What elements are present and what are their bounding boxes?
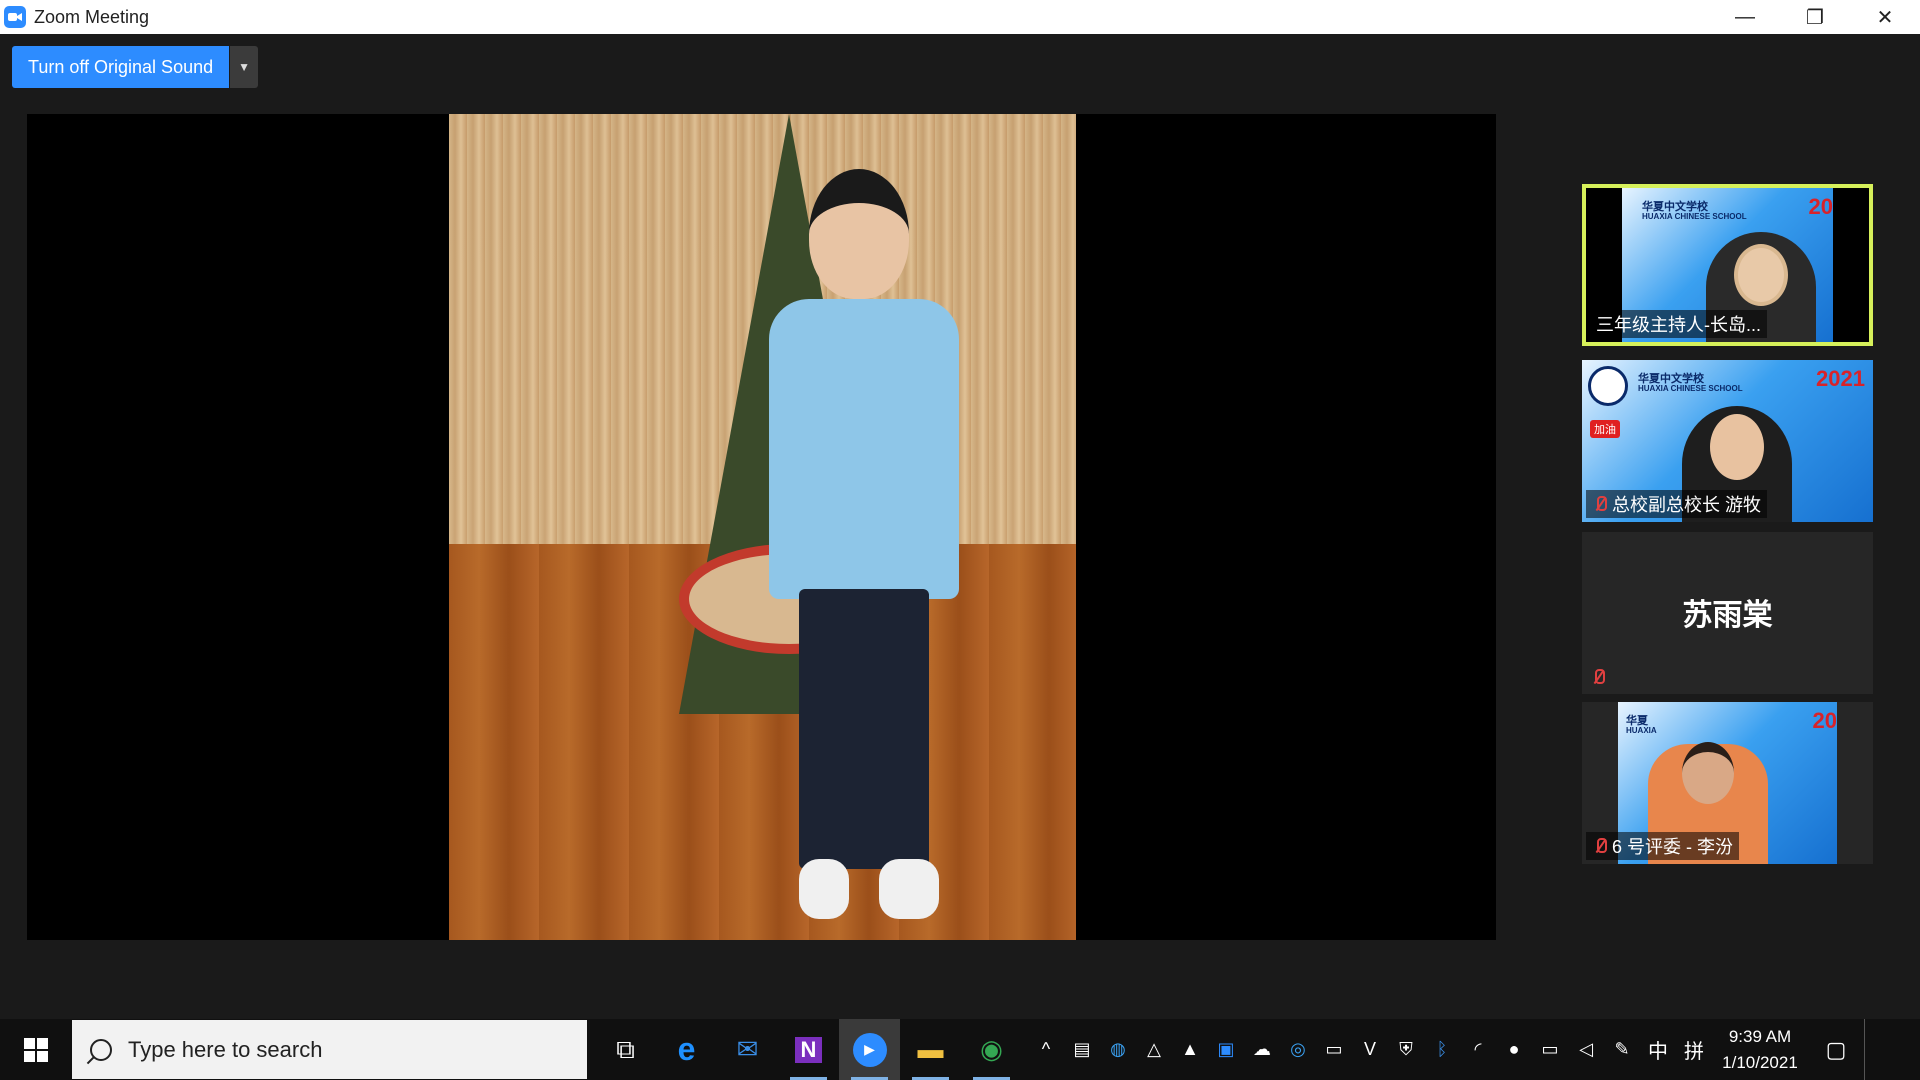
drive-icon[interactable]: △ (1136, 1019, 1172, 1080)
system-tray: ^ ▤ ◍ △ ▲ ▣ ☁ ◎ ▭ V ⛨ ᛒ ◜ ● ▭ ◁ ✎ 中 拼 9:… (1028, 1019, 1870, 1080)
battery-icon[interactable]: ▭ (1532, 1019, 1568, 1080)
window-controls: — ❐ ✕ (1710, 0, 1920, 34)
banner-year: 2021 (1816, 366, 1865, 391)
volume-icon[interactable]: ◁ (1568, 1019, 1604, 1080)
muted-mic-icon (1592, 495, 1608, 513)
participant-name: 苏雨棠 (1682, 599, 1773, 632)
vector-icon[interactable]: V (1352, 1019, 1388, 1080)
task-view-icon[interactable]: ⧉ (595, 1019, 656, 1080)
display-icon[interactable]: ▭ (1316, 1019, 1352, 1080)
onenote-glyph: N (794, 1036, 823, 1063)
bluetooth-icon[interactable]: ᛒ (1424, 1019, 1460, 1080)
minimize-button[interactable]: — (1710, 0, 1780, 34)
zoom-glyph: ▶ (852, 1032, 887, 1067)
shield-icon[interactable]: ⛨ (1388, 1019, 1424, 1080)
zoom-tray-icon[interactable]: ▣ (1208, 1019, 1244, 1080)
turn-off-original-sound-button[interactable]: Turn off Original Sound (12, 46, 230, 88)
participant-tile-3[interactable]: 苏雨棠 (1582, 532, 1873, 694)
microphone-icon[interactable]: ● (1496, 1019, 1532, 1080)
cheer-badge: 加油 (1590, 420, 1620, 438)
person-shoe-left (799, 859, 849, 919)
participant-name-label: 6 号评委 - 李汾 (1586, 832, 1740, 860)
chevron-down-icon[interactable]: ▼ (230, 46, 259, 88)
mail-icon[interactable]: ✉ (717, 1019, 778, 1080)
start-button[interactable] (0, 1019, 72, 1080)
person-pants (799, 589, 929, 869)
person-face (1734, 244, 1788, 306)
notification-icon[interactable]: ▢ (1808, 1019, 1864, 1080)
participant-tile-1[interactable]: 华夏中文学校 HUAXIA CHINESE SCHOOL 20 三年级主持人-长… (1582, 184, 1873, 346)
banner-subtext: HUAXIA CHINESE SCHOOL (1638, 384, 1743, 393)
person-face (1682, 742, 1734, 804)
person-shoe-right (879, 859, 939, 919)
participant-name-label: 总校副总校长 游牧 (1586, 490, 1768, 518)
wifi-icon[interactable]: ◜ (1460, 1019, 1496, 1080)
pen-icon[interactable]: ✎ (1604, 1019, 1640, 1080)
edge-icon[interactable]: e (656, 1019, 717, 1080)
original-sound-control: Turn off Original Sound ▼ (12, 46, 259, 88)
chrome-icon[interactable]: ◉ (961, 1019, 1022, 1080)
banner-subtext: HUAXIA CHINESE SCHOOL (1642, 212, 1747, 221)
banner-year: 20 (1808, 194, 1833, 219)
pinned-apps: ⧉ e ✉ N ▶ ▬ ◉ (595, 1019, 1022, 1080)
participant-name: 总校副总校长 游牧 (1612, 495, 1762, 515)
main-video[interactable] (27, 114, 1496, 940)
muted-mic-icon (1592, 837, 1608, 855)
taskbar: ⧉ e ✉ N ▶ ▬ ◉ ^ ▤ ◍ △ ▲ ▣ ☁ ◎ ▭ V ⛨ ᛒ ◜ … (0, 1019, 1920, 1080)
person-head (809, 169, 909, 299)
onenote-icon[interactable]: N (778, 1019, 839, 1080)
clock-time: 9:39 AM (1728, 1026, 1792, 1046)
speaker-video-frame (449, 114, 1076, 940)
ime-mode-indicator[interactable]: 拼 (1676, 1019, 1712, 1080)
clock[interactable]: 9:39 AM 1/10/2021 (1712, 1024, 1808, 1076)
show-desktop-button[interactable] (1864, 1019, 1870, 1080)
title-bar: Zoom Meeting — ❐ ✕ (0, 0, 1920, 34)
participant-tile-2[interactable]: 华夏中文学校 HUAXIA CHINESE SCHOOL 2021 加油 总校副… (1582, 360, 1873, 522)
person-face (1710, 414, 1764, 480)
muted-mic-icon (1590, 668, 1606, 686)
search-tray-icon[interactable]: ◎ (1280, 1019, 1316, 1080)
close-button[interactable]: ✕ (1850, 0, 1920, 34)
participant-tile-4[interactable]: 华夏 HUAXIA 20 6 号评委 - 李汾 (1582, 702, 1873, 864)
person-shirt (769, 299, 959, 599)
window-title: Zoom Meeting (34, 6, 150, 27)
file-explorer-icon[interactable]: ▬ (900, 1019, 961, 1080)
participant-name-label: 三年级主持人-长岛... (1590, 310, 1767, 338)
search-icon (90, 1038, 112, 1061)
zoom-icon[interactable]: ▶ (839, 1019, 900, 1080)
letterbox-right (1833, 188, 1869, 342)
printer-icon[interactable]: ▤ (1064, 1019, 1100, 1080)
ime-language-indicator[interactable]: 中 (1640, 1019, 1676, 1080)
school-logo (1588, 366, 1628, 406)
banner-subtext: HUAXIA (1626, 726, 1657, 735)
google-drive-icon[interactable]: ▲ (1172, 1019, 1208, 1080)
search-input[interactable] (128, 1036, 548, 1063)
participant-name: 6 号评委 - 李汾 (1612, 837, 1734, 857)
clock-date: 1/10/2021 (1722, 1052, 1798, 1072)
speaker-person (749, 169, 979, 939)
restore-button[interactable]: ❐ (1780, 0, 1850, 34)
windows-logo-icon (24, 1037, 48, 1062)
taskbar-search[interactable] (72, 1020, 587, 1079)
zoom-app-icon (4, 6, 26, 28)
meeting-area: Turn off Original Sound ▼ 华夏中文学校 HUAXIA … (0, 34, 1920, 1019)
network-globe-icon[interactable]: ◍ (1100, 1019, 1136, 1080)
onedrive-icon[interactable]: ☁ (1244, 1019, 1280, 1080)
chevron-up-icon[interactable]: ^ (1028, 1019, 1064, 1080)
participant-name: 三年级主持人-长岛... (1596, 315, 1761, 335)
banner-year: 20 (1812, 708, 1837, 733)
